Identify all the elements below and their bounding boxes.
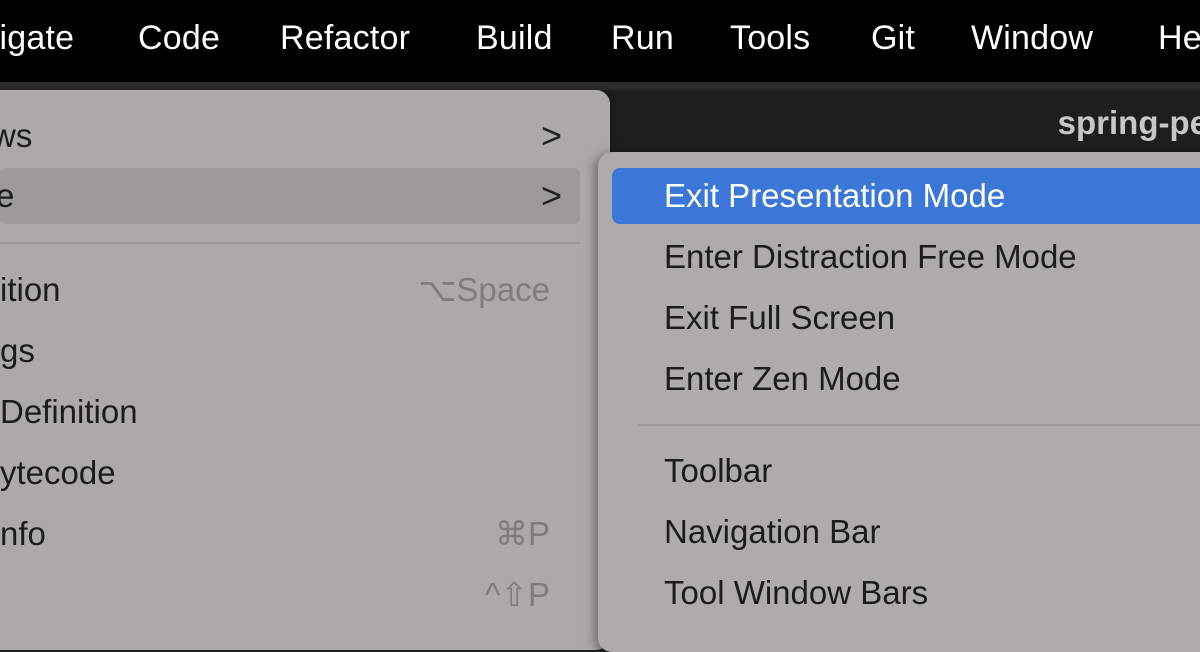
menu-separator: [0, 242, 580, 244]
menu-tools[interactable]: Tools: [730, 16, 810, 60]
shortcut-label: ⌥Space: [418, 271, 550, 308]
window-title: spring-pe: [1057, 104, 1200, 141]
menu-item-exit-full-screen[interactable]: Exit Full Screen: [612, 290, 1200, 346]
menu-item-quick-definition[interactable]: ition ⌥Space: [0, 262, 590, 318]
menu-help[interactable]: He: [1158, 16, 1200, 60]
chevron-right-icon: >: [540, 175, 562, 216]
menu-item-type-definition[interactable]: Definition: [0, 384, 590, 440]
menu-window[interactable]: Window: [971, 16, 1093, 60]
menu-navigate[interactable]: rigate: [0, 16, 74, 60]
menu-item-tool-windows[interactable]: ws >: [0, 108, 590, 164]
menu-run[interactable]: Run: [611, 16, 674, 60]
view-menu-dropdown: ws > e > ition ⌥Space gs Definition ytec…: [0, 90, 610, 650]
menu-item-exit-presentation-mode[interactable]: Exit Presentation Mode: [612, 168, 1200, 224]
menu-item-navigation-bar[interactable]: Navigation Bar: [612, 504, 1200, 560]
menu-item-enter-distraction-free-mode[interactable]: Enter Distraction Free Mode: [612, 229, 1200, 285]
menu-item-tool-window-bars[interactable]: Tool Window Bars: [612, 565, 1200, 621]
shortcut-label: ⌘P: [494, 515, 550, 552]
chevron-right-icon: >: [540, 115, 562, 156]
menu-item-enter-zen-mode[interactable]: Enter Zen Mode: [612, 351, 1200, 407]
shortcut-label: ^⇧P: [484, 576, 550, 613]
menu-bar: rigate Code Refactor Build Run Tools Git…: [0, 0, 1200, 82]
menu-item-parameter-info[interactable]: nfo ⌘P: [0, 506, 590, 562]
menu-item-show-bytecode[interactable]: ytecode: [0, 445, 590, 501]
menu-item-expression-type[interactable]: ^⇧P: [0, 567, 590, 623]
menu-item-settings[interactable]: gs: [0, 323, 590, 379]
menu-item-toolbar[interactable]: Toolbar: [612, 443, 1200, 499]
menu-git[interactable]: Git: [871, 16, 915, 60]
menu-code[interactable]: Code: [138, 16, 220, 60]
menu-build[interactable]: Build: [476, 16, 553, 60]
appearance-submenu: Exit Presentation Mode Enter Distraction…: [598, 152, 1200, 652]
menu-item-appearance[interactable]: e >: [0, 168, 580, 224]
menu-refactor[interactable]: Refactor: [280, 16, 410, 60]
menu-separator: [638, 424, 1200, 426]
